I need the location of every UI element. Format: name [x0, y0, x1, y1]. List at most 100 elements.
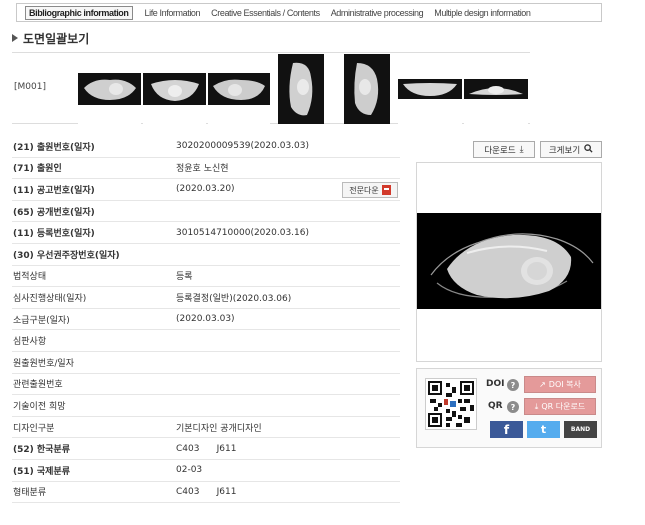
info-row: 원출원번호/일자: [12, 352, 400, 374]
mask-front-view-icon: [143, 73, 206, 105]
bibliographic-info-table: (21) 출원번호(일자) 3020200009539(2020.03.03) …: [12, 136, 400, 504]
drawing-code: [M001]: [14, 82, 46, 92]
download-icon: ⤓: [534, 401, 539, 411]
fulltext-download-button[interactable]: 전문다운: [342, 182, 398, 199]
info-row: 소급구분(일자) (2020.03.03): [12, 309, 400, 331]
doi-label: DOI: [486, 379, 505, 389]
field-label: 기술이전 희망: [13, 401, 66, 412]
doi-copy-label: DOI 복사: [548, 380, 581, 389]
band-share-button[interactable]: BAND: [564, 421, 597, 438]
doi-help-icon[interactable]: ?: [507, 379, 519, 391]
section-title: 도면일괄보기: [12, 31, 90, 46]
field-value: 기본디자인 공개디자인: [176, 423, 262, 434]
field-label: 원출원번호/일자: [13, 358, 74, 369]
info-row: 심판사항: [12, 330, 400, 352]
field-label: (71) 출원인: [13, 164, 62, 175]
info-row: (21) 출원번호(일자) 3020200009539(2020.03.03): [12, 136, 400, 158]
band-icon: BAND: [570, 426, 591, 433]
external-link-icon: ↗: [539, 380, 546, 389]
info-row: (30) 우선권주장번호(일자): [12, 244, 400, 266]
download-button[interactable]: 다운로드 ⤓: [473, 141, 535, 158]
info-row: (11) 등록번호(일자) 3010514710000(2020.03.16): [12, 222, 400, 244]
download-icon: ⤓: [519, 144, 524, 155]
field-label: 형태분류: [13, 488, 47, 499]
drawing-thumbnail-3[interactable]: [208, 54, 270, 124]
zoom-label: 크게보기: [548, 145, 581, 156]
twitter-icon: t: [540, 423, 547, 436]
info-row: (11) 공고번호(일자) (2020.03.20) 전문다운: [12, 179, 400, 201]
tab-bibliographic-information[interactable]: Bibliographic information: [25, 5, 133, 20]
info-row: 디자인구분 기본디자인 공개디자인: [12, 417, 400, 439]
field-label: (52) 한국분류: [13, 445, 71, 456]
info-row: 법적상태 등록: [12, 266, 400, 288]
facebook-share-button[interactable]: f: [490, 421, 523, 438]
mask-side-view-icon: [344, 54, 390, 124]
field-label: 관련출원번호: [13, 380, 63, 391]
field-value: 02-03: [176, 465, 203, 476]
field-label: 디자인구분: [13, 423, 55, 434]
drawing-thumbnail-2[interactable]: [143, 54, 206, 124]
share-panel: DOI ? ↗ DOI 복사 QR ? ⤓ QR 다운로드 f t BAND: [416, 368, 602, 448]
qr-download-button[interactable]: ⤓ QR 다운로드: [524, 398, 596, 415]
field-label: 심판사항: [13, 337, 47, 348]
mask-top-view-icon: [398, 79, 462, 99]
field-label: 심사진행상태(일자): [13, 293, 87, 304]
field-value: (2020.03.03): [176, 314, 235, 325]
qr-help-icon[interactable]: ?: [507, 401, 519, 413]
twitter-share-button[interactable]: t: [527, 421, 560, 438]
drawing-thumbnail-7[interactable]: [464, 54, 528, 124]
field-label: (65) 공개번호(일자): [13, 207, 95, 218]
doi-copy-button[interactable]: ↗ DOI 복사: [524, 376, 596, 393]
info-row: (52) 한국분류 C403 J611: [12, 438, 400, 460]
download-label: 다운로드: [484, 145, 516, 156]
tab-creative-essentials[interactable]: Creative Essentials / Contents: [211, 8, 320, 18]
tab-bar: Bibliographic information Life Informati…: [16, 3, 602, 22]
tab-multiple-design-information[interactable]: Multiple design information: [434, 8, 531, 18]
tab-administrative-processing[interactable]: Administrative processing: [331, 8, 424, 18]
mask-front-view-icon: [208, 73, 270, 105]
drawing-thumbnail-strip: [M001]: [12, 52, 530, 124]
facebook-icon: f: [503, 422, 510, 437]
field-value: 등록결정(일반)(2020.03.06): [176, 293, 292, 304]
info-row: (71) 출원인 정윤호 노신현: [12, 158, 400, 180]
info-row: 형태분류 C403 J611: [12, 482, 400, 504]
field-value: 정윤호 노신현: [176, 164, 229, 175]
info-row: 기술이전 희망: [12, 395, 400, 417]
field-label: (11) 공고번호(일자): [13, 185, 95, 196]
field-value: C403 J611: [176, 486, 237, 497]
drawing-thumbnail-5[interactable]: [344, 54, 390, 124]
field-label: 소급구분(일자): [13, 315, 70, 326]
field-value: (2020.03.20): [176, 184, 235, 195]
info-row: 관련출원번호: [12, 374, 400, 396]
field-value: 3010514710000(2020.03.16): [176, 227, 309, 238]
tab-life-information[interactable]: Life Information: [145, 8, 201, 18]
section-title-text: 도면일괄보기: [23, 31, 90, 46]
qr-label: QR: [488, 401, 503, 411]
drawing-thumbnail-1[interactable]: [78, 54, 141, 124]
field-label: (30) 우선권주장번호(일자): [13, 250, 120, 261]
field-label: (21) 출원번호(일자): [13, 142, 95, 153]
field-value: 등록: [176, 272, 193, 283]
info-row: (65) 공개번호(일자): [12, 201, 400, 223]
zoom-button[interactable]: 크게보기: [540, 141, 602, 158]
magnifier-icon: [584, 143, 593, 156]
mask-front-view-icon: [78, 73, 141, 105]
qr-download-label: QR 다운로드: [541, 402, 586, 411]
drawing-thumbnail-6[interactable]: [398, 54, 462, 124]
field-label: 법적상태: [13, 272, 47, 283]
fulltext-download-label: 전문다운: [349, 185, 379, 195]
triangle-bullet-icon: [12, 34, 18, 42]
mask-preview-image-icon: [417, 213, 601, 309]
info-row: 심사진행상태(일자) 등록결정(일반)(2020.03.06): [12, 287, 400, 309]
info-row: (51) 국제분류 02-03: [12, 460, 400, 482]
field-value: C403 J611: [176, 443, 237, 454]
qr-code-icon: [425, 378, 477, 430]
drawing-thumbnail-4[interactable]: [278, 54, 324, 124]
field-label: (51) 국제분류: [13, 466, 71, 477]
mask-side-view-icon: [278, 54, 324, 124]
drawing-preview: [416, 162, 602, 362]
pdf-icon: [381, 185, 391, 196]
field-label: (11) 등록번호(일자): [13, 229, 95, 240]
mask-bottom-view-icon: [464, 79, 528, 99]
field-value: 3020200009539(2020.03.03): [176, 141, 309, 152]
